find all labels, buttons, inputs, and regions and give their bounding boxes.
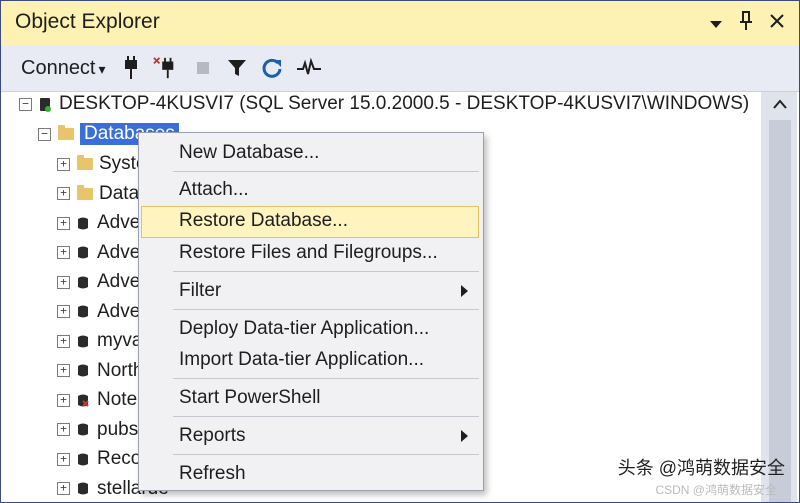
- disconnect-icon[interactable]: [153, 56, 177, 80]
- menu-item-filter[interactable]: Filter: [140, 276, 480, 306]
- submenu-arrow-icon: [461, 430, 468, 442]
- expand-icon[interactable]: +: [57, 393, 70, 407]
- close-icon[interactable]: [769, 13, 785, 34]
- database-icon: [78, 423, 88, 436]
- tree-item[interactable]: + Reco: [57, 445, 141, 473]
- tree-item-label: Adve: [97, 300, 141, 322]
- database-icon: [78, 335, 88, 347]
- menu-item-reports[interactable]: Reports: [140, 421, 480, 451]
- database-icon: [78, 276, 88, 288]
- title-bar: Object Explorer: [1, 1, 799, 45]
- menu-item-import-data-tier[interactable]: Import Data-tier Application...: [140, 345, 480, 375]
- refresh-icon[interactable]: [260, 56, 284, 80]
- menu-item-start-powershell[interactable]: Start PowerShell: [140, 383, 480, 413]
- tree-item-label: pubs: [97, 418, 139, 440]
- tree-item[interactable]: + Adve: [57, 298, 140, 326]
- tree-item[interactable]: + North: [57, 357, 143, 385]
- expand-icon[interactable]: +: [57, 423, 70, 436]
- chevron-down-icon[interactable]: [709, 13, 723, 34]
- window-title: Object Explorer: [15, 10, 160, 33]
- submenu-arrow-icon: [461, 285, 468, 297]
- tree-item-label: Adve: [97, 212, 141, 233]
- database-error-icon: [78, 394, 89, 407]
- menu-separator: [173, 171, 479, 172]
- menu-separator: [173, 309, 479, 310]
- folder-icon: [58, 125, 74, 140]
- tree-item-label: Adve: [97, 271, 141, 292]
- menu-separator: [173, 454, 479, 455]
- vertical-scrollbar[interactable]: [761, 92, 797, 502]
- tree-item-label: Data: [99, 182, 140, 204]
- context-menu: New Database... Attach... Restore Databa…: [138, 132, 484, 491]
- watermark-sub: CSDN @鸿萌数据安全: [655, 483, 777, 497]
- connect-button[interactable]: Connect ▾: [21, 57, 106, 80]
- expand-icon[interactable]: +: [57, 246, 70, 259]
- database-icon: [78, 453, 88, 465]
- title-bar-buttons: [709, 11, 785, 36]
- expand-icon[interactable]: +: [57, 216, 70, 230]
- folder-icon: [77, 184, 93, 200]
- folder-icon: [77, 155, 93, 170]
- expand-icon[interactable]: +: [57, 305, 70, 318]
- menu-separator: [173, 416, 479, 417]
- collapse-icon[interactable]: −: [38, 127, 51, 141]
- tree-item[interactable]: + pubs: [57, 416, 138, 444]
- scrollbar-thumb[interactable]: [769, 120, 791, 502]
- tree-item[interactable]: + Data: [57, 180, 139, 208]
- database-icon: [78, 246, 88, 259]
- connect-label: Connect: [21, 57, 96, 79]
- server-icon: [40, 97, 51, 112]
- tree-item-label: Note: [97, 389, 138, 410]
- menu-item-deploy-data-tier[interactable]: Deploy Data-tier Application...: [140, 314, 480, 344]
- menu-item-refresh[interactable]: Refresh: [140, 459, 480, 489]
- expand-icon[interactable]: +: [57, 187, 70, 200]
- pin-icon[interactable]: [739, 11, 753, 36]
- tree-item-label: Adve: [97, 241, 141, 263]
- database-icon: [78, 217, 88, 229]
- server-label: DESKTOP-4KUSVI7 (SQL Server 15.0.2000.5 …: [59, 93, 750, 114]
- expand-icon[interactable]: +: [57, 364, 70, 377]
- menu-separator: [173, 378, 479, 379]
- scroll-up-icon[interactable]: [773, 96, 787, 112]
- expand-icon[interactable]: +: [57, 334, 70, 348]
- stop-icon[interactable]: [191, 56, 215, 80]
- database-icon: [78, 364, 88, 377]
- expand-icon[interactable]: +: [57, 452, 70, 466]
- database-icon: [78, 482, 88, 495]
- filter-icon[interactable]: [225, 56, 249, 80]
- menu-item-attach[interactable]: Attach...: [140, 175, 480, 205]
- expand-icon[interactable]: +: [57, 157, 70, 171]
- tree-item[interactable]: + Adve: [57, 239, 140, 267]
- tree-item-label: myva: [97, 330, 143, 351]
- connect-dropdown-arrow: ▾: [98, 61, 106, 77]
- menu-item-restore-database[interactable]: Restore Database...: [141, 206, 479, 238]
- menu-separator: [173, 271, 479, 272]
- tree-item[interactable]: + Adve: [57, 268, 140, 296]
- watermark: 头条 @鸿萌数据安全: [617, 458, 785, 478]
- tree-item-label: Reco: [97, 448, 142, 469]
- tree-item[interactable]: + Note: [57, 386, 137, 414]
- tree-item[interactable]: + myva: [57, 327, 142, 355]
- object-explorer-window: Object Explorer Connect ▾ − DESKTOP-4KUS…: [0, 0, 800, 503]
- menu-item-restore-files[interactable]: Restore Files and Filegroups...: [140, 238, 480, 268]
- activity-monitor-icon[interactable]: [295, 56, 323, 80]
- expand-icon[interactable]: +: [57, 275, 70, 289]
- tree-item[interactable]: + Adve: [57, 209, 140, 237]
- server-node[interactable]: − DESKTOP-4KUSVI7 (SQL Server 15.0.2000.…: [19, 90, 749, 118]
- expand-icon[interactable]: +: [57, 482, 70, 495]
- tree-item-label: North: [97, 359, 144, 381]
- connect-plug-icon[interactable]: [119, 56, 143, 80]
- toolbar: Connect ▾: [1, 45, 799, 92]
- menu-item-new-database[interactable]: New Database...: [140, 138, 480, 168]
- database-icon: [78, 305, 88, 318]
- tree-item[interactable]: + Syste: [57, 150, 147, 178]
- collapse-icon[interactable]: −: [19, 97, 32, 111]
